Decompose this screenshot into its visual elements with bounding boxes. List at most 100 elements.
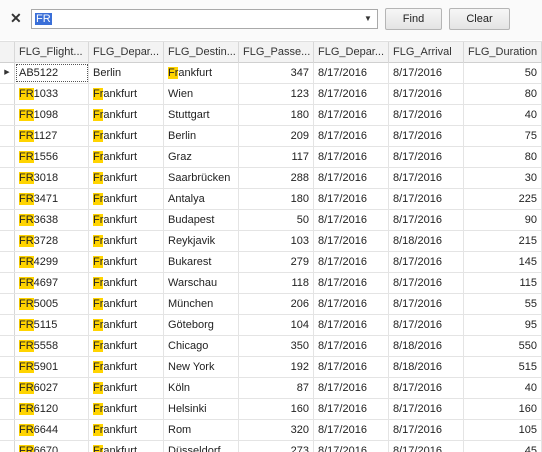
cell-duration[interactable]: 115 [464,273,542,293]
cell-passengers[interactable]: 123 [239,84,314,104]
row-selector[interactable] [0,378,15,398]
row-selector[interactable] [0,420,15,440]
cell-flight[interactable]: FR1127 [15,126,89,146]
cell-arrival[interactable]: 8/17/2016 [389,315,464,335]
cell-flight[interactable]: FR3471 [15,189,89,209]
cell-flight[interactable]: FR5558 [15,336,89,356]
cell-departure-date[interactable]: 8/17/2016 [314,189,389,209]
cell-destination[interactable]: Antalya [164,189,239,209]
column-header-duration[interactable]: FLG_Duration [464,42,542,63]
table-row[interactable]: FR3638 Frankfurt Budapest 50 8/17/2016 8/17/2… [0,210,542,231]
row-selector[interactable] [0,357,15,377]
cell-arrival[interactable]: 8/17/2016 [389,63,464,83]
cell-departure-date[interactable]: 8/17/2016 [314,231,389,251]
cell-destination[interactable]: Stuttgart [164,105,239,125]
cell-departure-date[interactable]: 8/17/2016 [314,378,389,398]
cell-departure-date[interactable]: 8/17/2016 [314,252,389,272]
cell-destination[interactable]: Saarbrücken [164,168,239,188]
cell-departure[interactable]: Frankfurt [89,210,164,230]
row-selector[interactable] [0,441,15,452]
cell-departure-date[interactable]: 8/17/2016 [314,63,389,83]
chevron-down-icon[interactable]: ▼ [362,13,374,25]
cell-departure-date[interactable]: 8/17/2016 [314,105,389,125]
cell-departure[interactable]: Frankfurt [89,168,164,188]
cell-duration[interactable]: 160 [464,399,542,419]
cell-arrival[interactable]: 8/17/2016 [389,378,464,398]
cell-arrival[interactable]: 8/17/2016 [389,126,464,146]
cell-flight[interactable]: FR1556 [15,147,89,167]
find-button[interactable]: Find [385,8,442,30]
cell-duration[interactable]: 105 [464,420,542,440]
table-row[interactable]: FR1127 Frankfurt Berlin 209 8/17/2016 8/17/20… [0,126,542,147]
cell-passengers[interactable]: 50 [239,210,314,230]
cell-departure-date[interactable]: 8/17/2016 [314,315,389,335]
cell-passengers[interactable]: 320 [239,420,314,440]
cell-flight[interactable]: FR5115 [15,315,89,335]
cell-destination[interactable]: Warschau [164,273,239,293]
cell-passengers[interactable]: 160 [239,399,314,419]
table-row[interactable]: FR4299 Frankfurt Bukarest 279 8/17/2016 8/17/… [0,252,542,273]
cell-destination[interactable]: Chicago [164,336,239,356]
cell-destination[interactable]: New York [164,357,239,377]
cell-departure[interactable]: Frankfurt [89,336,164,356]
cell-departure[interactable]: Frankfurt [89,441,164,452]
cell-departure[interactable]: Frankfurt [89,147,164,167]
close-icon[interactable]: ✕ [10,10,24,26]
cell-arrival[interactable]: 8/17/2016 [389,105,464,125]
table-row[interactable]: FR5115 Frankfurt Göteborg 104 8/17/2016 8/17/… [0,315,542,336]
cell-departure-date[interactable]: 8/17/2016 [314,273,389,293]
cell-destination[interactable]: Düsseldorf [164,441,239,452]
column-header-flight[interactable]: FLG_Flight... [15,42,89,63]
cell-flight[interactable]: FR3728 [15,231,89,251]
table-row[interactable]: FR3018 Frankfurt Saarbrücken 288 8/17/2016 8/… [0,168,542,189]
row-selector[interactable] [0,315,15,335]
cell-arrival[interactable]: 8/17/2016 [389,210,464,230]
cell-arrival[interactable]: 8/18/2016 [389,357,464,377]
row-selector[interactable] [0,126,15,146]
row-selector[interactable] [0,273,15,293]
cell-destination[interactable]: Rom [164,420,239,440]
search-input[interactable]: FR ▼ [31,9,378,29]
cell-passengers[interactable]: 288 [239,168,314,188]
cell-flight[interactable]: FR6027 [15,378,89,398]
cell-flight[interactable]: FR4299 [15,252,89,272]
current-row-indicator-icon[interactable]: ▶ [0,63,15,83]
cell-duration[interactable]: 550 [464,336,542,356]
cell-departure[interactable]: Frankfurt [89,189,164,209]
table-row[interactable]: ▶ AB5122 Berlin Frankfurt 347 8/17/2016 8/17/2… [0,63,542,84]
cell-passengers[interactable]: 118 [239,273,314,293]
cell-flight[interactable]: FR1098 [15,105,89,125]
cell-departure-date[interactable]: 8/17/2016 [314,399,389,419]
cell-passengers[interactable]: 180 [239,105,314,125]
cell-flight[interactable]: FR4697 [15,273,89,293]
cell-arrival[interactable]: 8/17/2016 [389,189,464,209]
cell-destination[interactable]: Budapest [164,210,239,230]
cell-duration[interactable]: 90 [464,210,542,230]
search-text[interactable]: FR [35,13,52,25]
cell-departure[interactable]: Frankfurt [89,273,164,293]
cell-arrival[interactable]: 8/17/2016 [389,273,464,293]
cell-flight[interactable]: FR3018 [15,168,89,188]
column-header-passengers[interactable]: FLG_Passe... [239,42,314,63]
cell-passengers[interactable]: 180 [239,189,314,209]
cell-duration[interactable]: 80 [464,84,542,104]
table-row[interactable]: FR5558 Frankfurt Chicago 350 8/17/2016 8/18/2… [0,336,542,357]
cell-passengers[interactable]: 192 [239,357,314,377]
cell-destination[interactable]: Köln [164,378,239,398]
cell-departure[interactable]: Frankfurt [89,399,164,419]
cell-arrival[interactable]: 8/17/2016 [389,399,464,419]
cell-departure-date[interactable]: 8/17/2016 [314,84,389,104]
cell-arrival[interactable]: 8/17/2016 [389,252,464,272]
cell-passengers[interactable]: 273 [239,441,314,452]
cell-passengers[interactable]: 350 [239,336,314,356]
cell-flight[interactable]: AB5122 [15,63,89,83]
cell-duration[interactable]: 50 [464,63,542,83]
table-row[interactable]: FR6670 Frankfurt Düsseldorf 273 8/17/2016 8/1… [0,441,542,452]
row-selector[interactable] [0,399,15,419]
column-header-arrival[interactable]: FLG_Arrival [389,42,464,63]
cell-departure[interactable]: Frankfurt [89,231,164,251]
cell-duration[interactable]: 75 [464,126,542,146]
table-row[interactable]: FR5901 Frankfurt New York 192 8/17/2016 8/18/… [0,357,542,378]
row-selector[interactable] [0,84,15,104]
row-selector[interactable] [0,168,15,188]
